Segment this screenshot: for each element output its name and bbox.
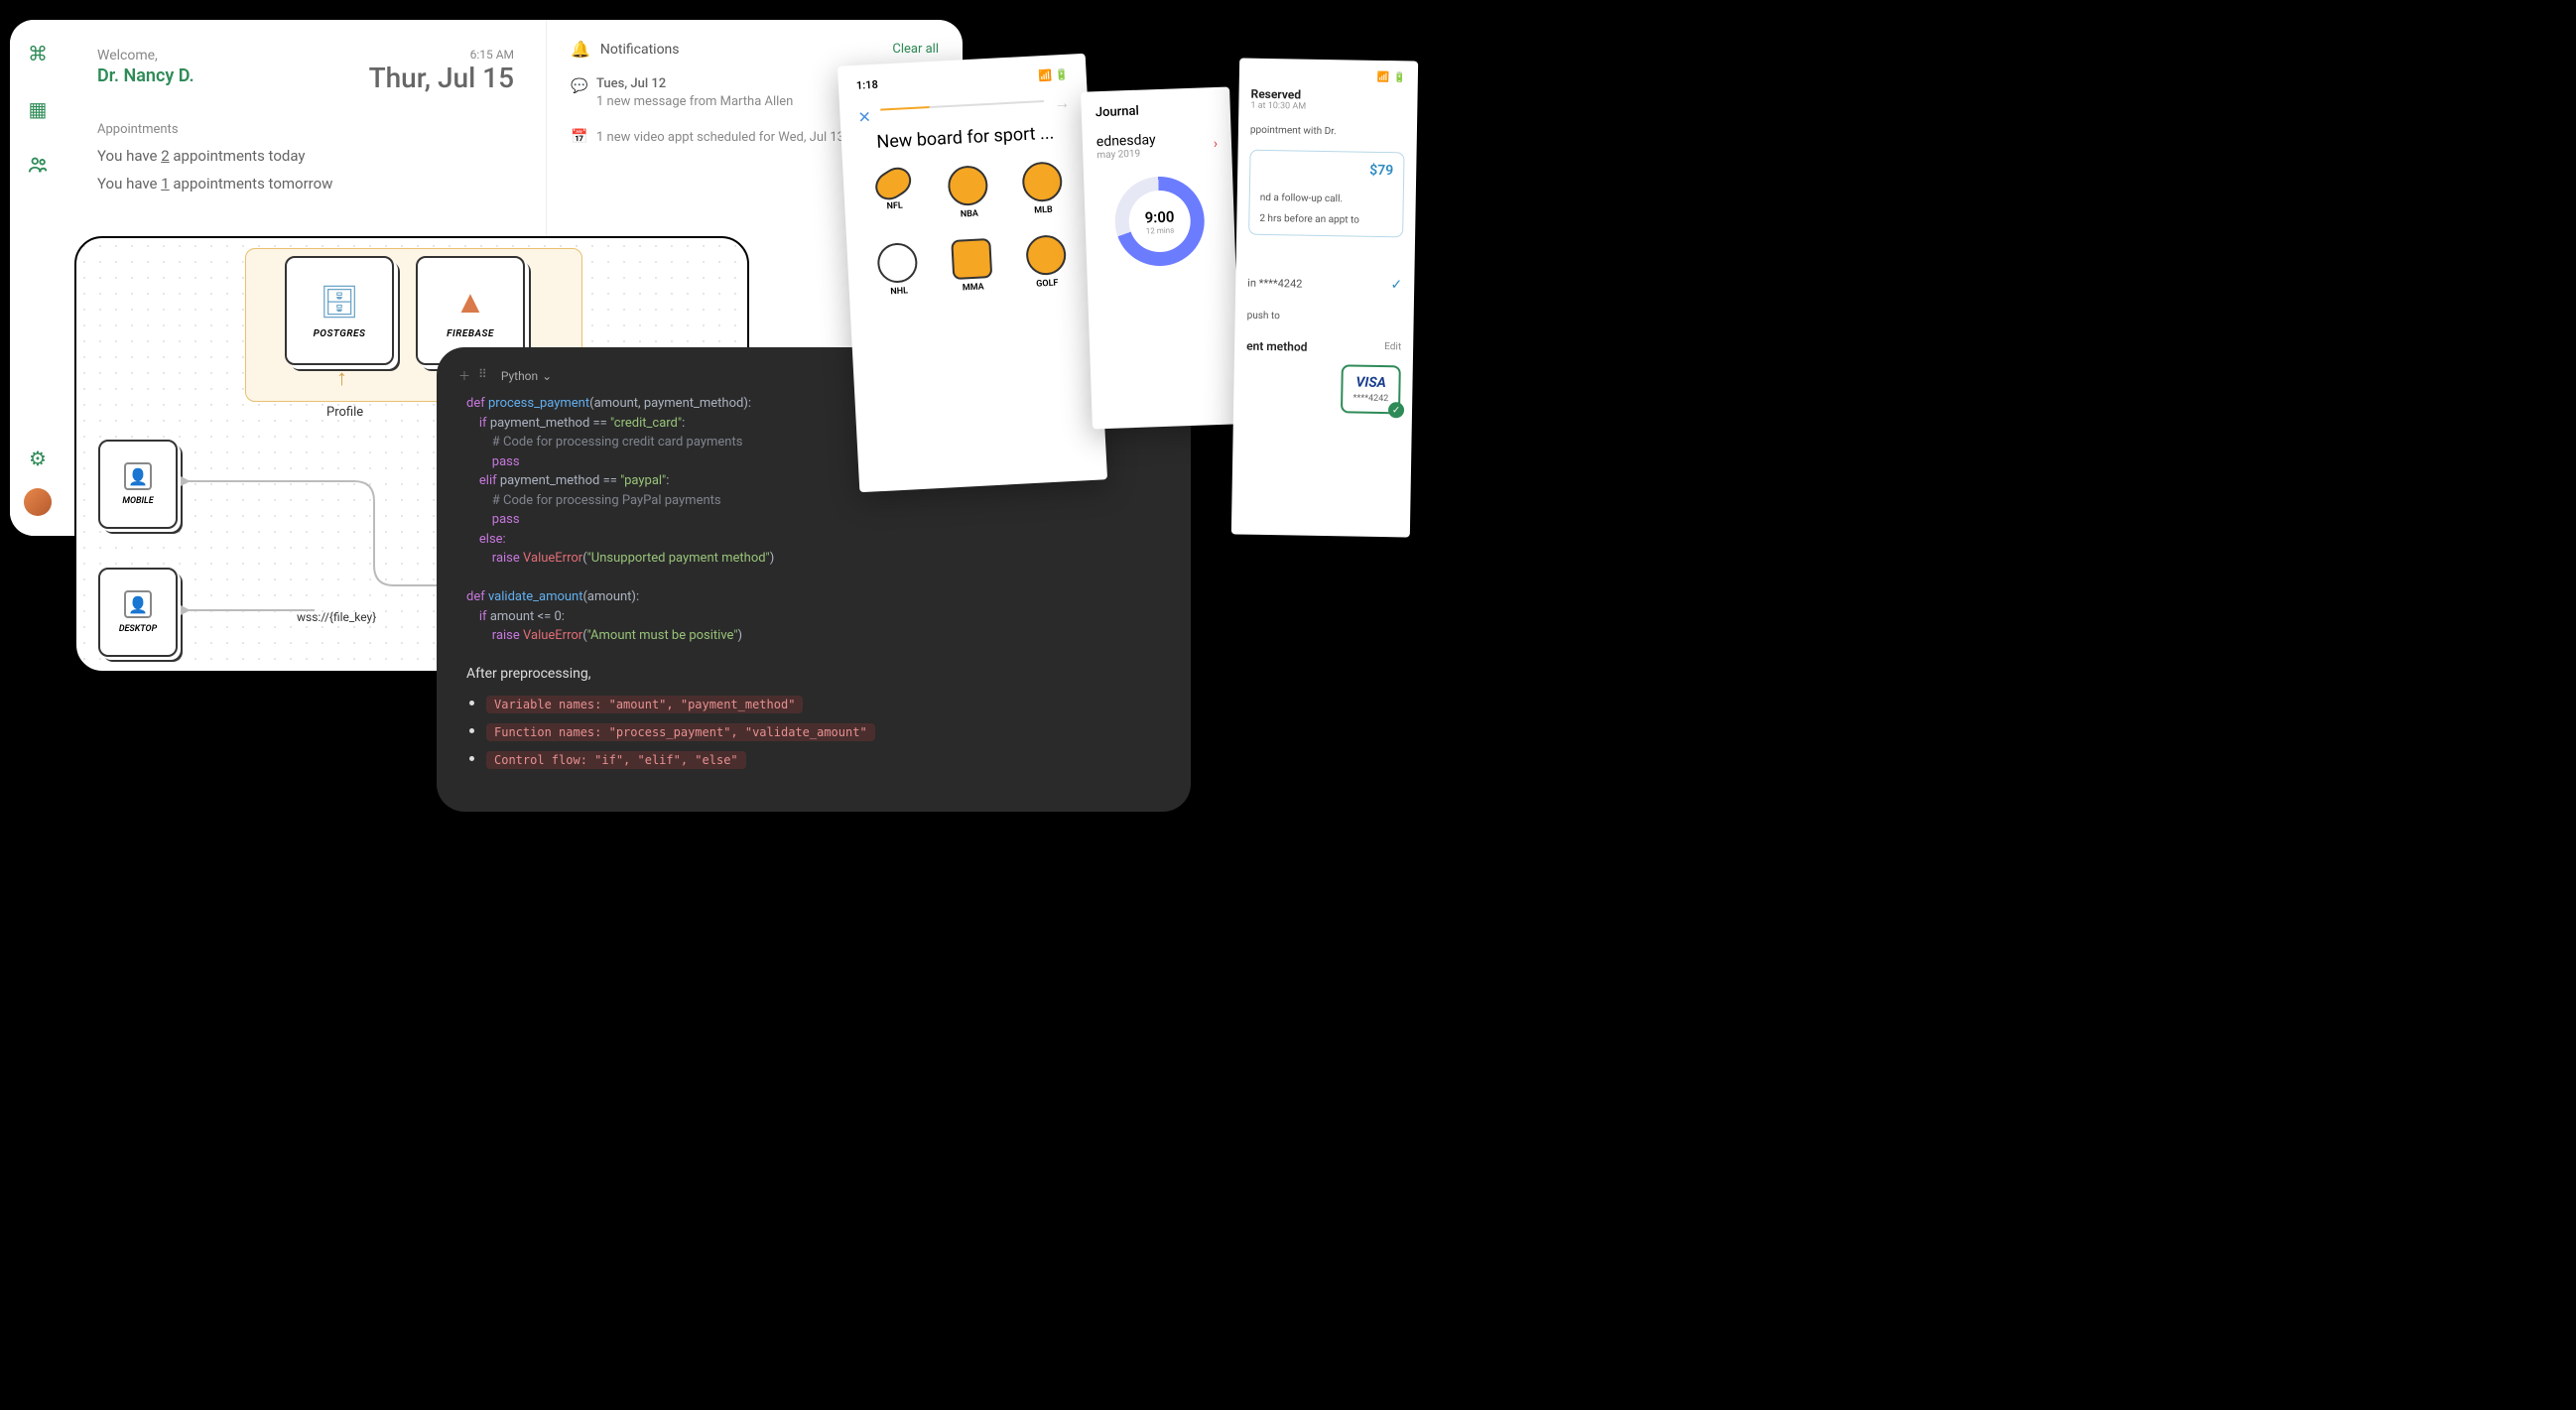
sports-board-panel: 1:18 📶 🔋 ✕ → New board for sport ... NFL… (837, 54, 1107, 492)
arrow-up-icon: ↑ (336, 365, 347, 391)
time-label: 6:15 AM (369, 48, 514, 62)
sport-item-nhl[interactable]: NHL (877, 242, 920, 298)
chevron-right-icon[interactable]: › (1214, 135, 1219, 151)
payment-method-title: ent method (1246, 339, 1308, 354)
calendar-small-icon: 📅 (571, 129, 586, 145)
after-preprocessing-label: After preprocessing, (466, 666, 1161, 682)
board-title: New board for sport ... (858, 122, 1072, 154)
device-icon: 👤 (124, 590, 152, 618)
visa-card[interactable]: VISA ****4242 ✓ (1341, 364, 1401, 414)
database-icon: 🗄 (320, 283, 360, 320)
visa-logo: VISA (1355, 375, 1386, 392)
clear-all-button[interactable]: Clear all (892, 42, 939, 57)
status-bar: 1:18 📶 🔋 (856, 68, 1069, 92)
ring-time: 9:00 (1144, 207, 1174, 226)
reserved-subtitle: 1 at 10:30 AM (1250, 101, 1405, 114)
doctor-name: Dr. Nancy D. (97, 65, 194, 86)
appointments-today: You have 2 appointments today (97, 147, 514, 165)
mma-icon (951, 238, 992, 280)
status-bar: 📶🔋 (1251, 70, 1406, 84)
date-label: Thur, Jul 15 (369, 62, 514, 94)
people-icon[interactable] (24, 151, 52, 179)
appointment-payment-panel: 📶🔋 Reserved 1 at 10:30 AM ppointment wit… (1231, 58, 1418, 537)
journal-title: Journal (1095, 101, 1217, 120)
journal-day-selector[interactable]: ednesday may 2019 › (1096, 130, 1219, 161)
football-icon (870, 162, 917, 205)
appointments-tomorrow: You have 1 appointments tomorrow (97, 175, 514, 192)
profile-label: Profile (326, 405, 363, 420)
golf-icon (1025, 234, 1067, 276)
postgres-card[interactable]: 🗄 POSTGRES (285, 256, 394, 365)
preprocessing-pill: Variable names: "amount", "payment_metho… (486, 696, 803, 713)
notification-date: Tues, Jul 12 (596, 76, 793, 91)
check-icon: ✓ (1388, 402, 1404, 418)
desktop-card[interactable]: 👤 DESKTOP (98, 568, 178, 657)
chevron-down-icon: ⌄ (542, 369, 552, 383)
sport-item-golf[interactable]: GOLF (1025, 234, 1068, 290)
sidebar: ⌘ ▦ ⚙ (10, 20, 65, 536)
journal-panel: Journal ednesday may 2019 › 9:00 12 mins (1081, 86, 1241, 429)
followup-text: nd a follow-up call. (1260, 192, 1393, 205)
chat-icon: 💬 (571, 78, 586, 94)
drag-handle-icon[interactable]: ⠿ (478, 367, 487, 384)
firebase-icon: ▲ (454, 283, 486, 320)
command-icon[interactable]: ⌘ (24, 40, 52, 67)
progress-ring: 9:00 12 mins (1113, 175, 1206, 267)
sport-grid: NFL NBA MLB NHL MMA GOLF (860, 161, 1079, 299)
status-icons: 📶 🔋 (1038, 68, 1069, 83)
arrow-right-icon[interactable]: → (1054, 92, 1071, 113)
visa-last4: ****4242 (1352, 394, 1388, 405)
reminder-text: 2 hrs before an appt to (1259, 213, 1392, 226)
edit-button[interactable]: Edit (1384, 341, 1401, 355)
avatar[interactable] (24, 488, 52, 516)
sport-item-nba[interactable]: NBA (947, 165, 989, 220)
sport-item-mlb[interactable]: MLB (1021, 161, 1064, 216)
ring-subtitle: 12 mins (1146, 225, 1175, 235)
appointment-with: ppointment with Dr. (1250, 125, 1405, 139)
status-time: 1:18 (856, 78, 879, 92)
sport-item-mma[interactable]: MMA (951, 238, 993, 294)
card-info-row: in ****4242 ✓ (1247, 275, 1402, 294)
language-selector[interactable]: Python⌄ (501, 369, 552, 383)
baseball-icon (1021, 161, 1063, 202)
price-value: $79 (1260, 161, 1393, 179)
preprocessing-list: Variable names: "amount", "payment_metho… (466, 694, 1161, 769)
close-icon[interactable]: ✕ (857, 107, 871, 127)
add-cell-icon[interactable]: ＋ (458, 367, 470, 384)
price-box: $79 nd a follow-up call. 2 hrs before an… (1248, 150, 1404, 238)
bell-icon: 🔔 (571, 40, 590, 59)
notifications-title: Notifications (600, 42, 882, 58)
progress-bar (881, 99, 1044, 110)
preprocessing-pill: Function names: "process_payment", "vali… (486, 723, 875, 741)
appointments-heading: Appointments (97, 122, 514, 137)
connector-lines (176, 437, 453, 635)
preprocessing-pill: Control flow: "if", "elif", "else" (486, 751, 746, 769)
push-text: push to (1247, 311, 1402, 324)
notification-text: 1 new message from Martha Allen (596, 94, 793, 109)
calendar-icon[interactable]: ▦ (24, 95, 52, 123)
sport-item-nfl[interactable]: NFL (874, 169, 915, 224)
device-icon: 👤 (124, 462, 152, 490)
check-circle-icon: ✓ (1390, 277, 1402, 293)
notification-text: 1 new video appt scheduled for Wed, Jul … (596, 130, 847, 145)
mobile-card[interactable]: 👤 MOBILE (98, 440, 178, 529)
welcome-label: Welcome, (97, 48, 194, 64)
hockey-icon (877, 242, 919, 284)
gear-icon[interactable]: ⚙ (24, 445, 52, 472)
basketball-icon (947, 165, 988, 206)
